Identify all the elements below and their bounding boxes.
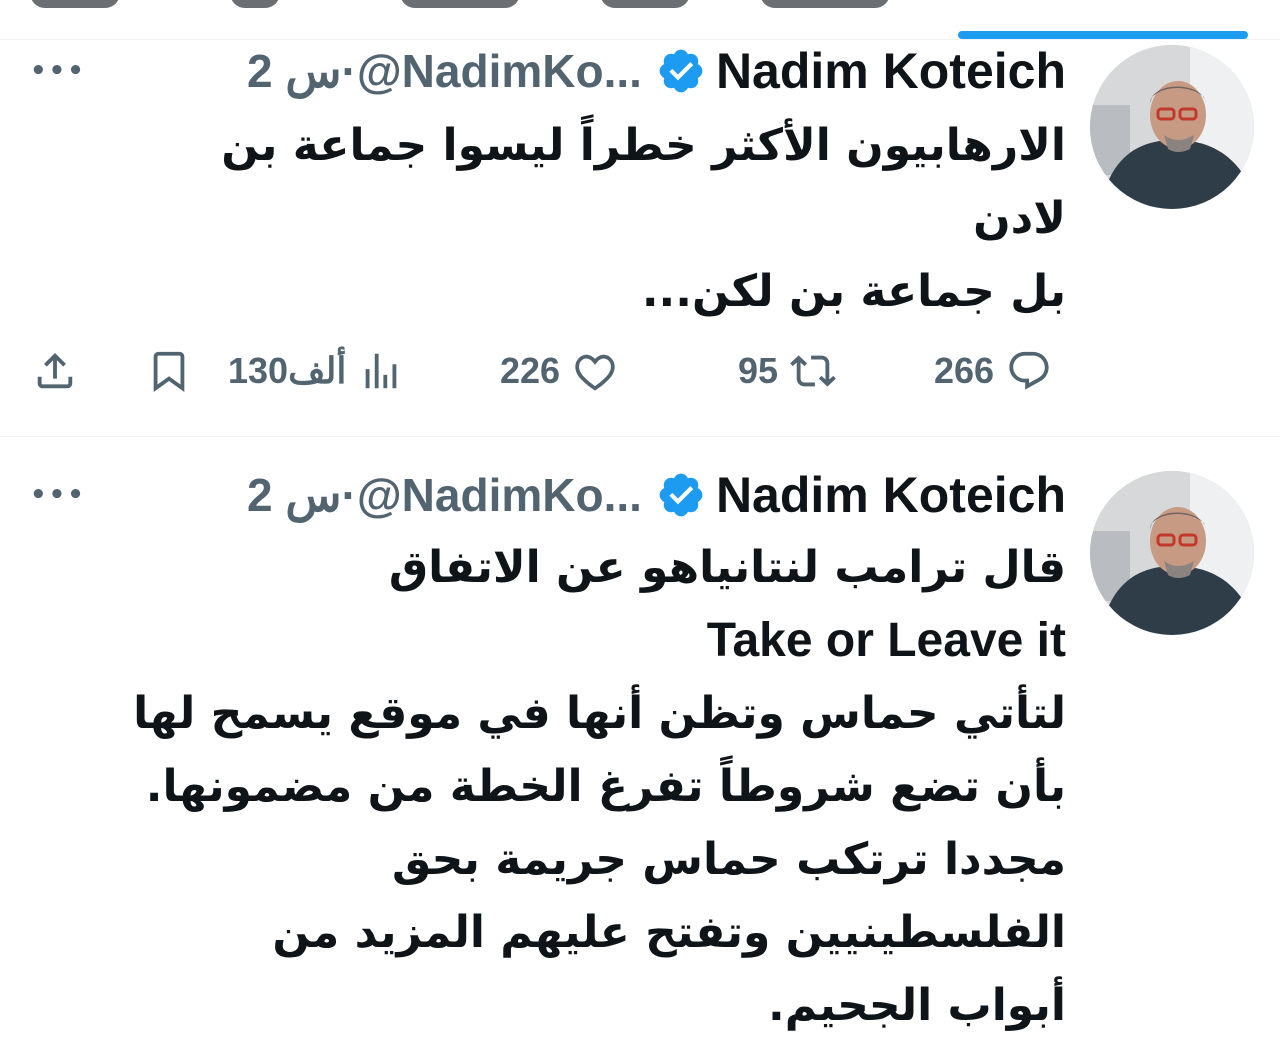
tweet-line: قال ترامب لنتانياهو عن الاتفاق <box>388 542 1066 593</box>
tweet-time[interactable]: 2 س <box>247 44 342 98</box>
meta-separator: · <box>341 45 357 97</box>
bookmark-icon <box>153 351 185 392</box>
tweet-header: ••• 2 س · @NadimKo... Nadim Koteich <box>0 465 1066 525</box>
tweet-line: Take or Leave it <box>706 614 1066 667</box>
tweet-line: بأن تضع شروطاً تفرغ الخطة من مضمونها. <box>145 761 1066 812</box>
tab-ghost <box>600 0 690 8</box>
tweet-card[interactable]: ••• 2 س · @NadimKo... Nadim Koteich الار… <box>0 41 1280 437</box>
tweet-time[interactable]: 2 س <box>247 468 342 522</box>
active-tab-indicator <box>958 31 1248 39</box>
author-handle[interactable]: @NadimKo... <box>357 44 642 98</box>
meta-separator: · <box>341 469 357 521</box>
tab-ghost <box>30 0 120 8</box>
tab-ghost <box>400 0 520 8</box>
tab-ghost <box>230 0 280 8</box>
tweet-text: الارهابيون الأكثر خطراً ليسوا جماعة بن ل… <box>40 109 1066 328</box>
more-options-button[interactable]: ••• <box>30 56 86 86</box>
tweet-line: لتأتي حماس وتظن أنها في موقع يسمح لها <box>133 688 1066 739</box>
tweet-text: قال ترامب لنتانياهو عن الاتفاق Take or L… <box>40 531 1066 1042</box>
bookmark-button[interactable] <box>146 341 192 401</box>
author-name[interactable]: Nadim Koteich <box>716 42 1066 100</box>
retweet-button[interactable]: 95 <box>738 341 836 401</box>
author-handle[interactable]: @NadimKo... <box>357 468 642 522</box>
avatar[interactable] <box>1090 471 1254 635</box>
retweet-count: 95 <box>738 350 779 391</box>
author-name[interactable]: Nadim Koteich <box>716 466 1066 524</box>
like-button[interactable]: 226 <box>500 341 618 401</box>
views-count: 130ألف <box>228 350 347 391</box>
tweet-line: الفلسطينيين وتفتح عليهم المزيد من <box>272 907 1066 958</box>
like-count: 226 <box>500 350 561 391</box>
tweet-line: مجددا ترتكب حماس جريمة بحق <box>391 834 1066 885</box>
share-icon <box>37 352 73 389</box>
tweet-actions: 266 95 226 130ألف <box>0 341 1066 401</box>
reply-button[interactable]: 266 <box>934 341 1052 401</box>
tweet-line: أبواب الجحيم. <box>767 980 1066 1031</box>
verified-badge-icon <box>659 49 703 93</box>
reply-icon <box>1009 351 1049 390</box>
tweet-header: ••• 2 س · @NadimKo... Nadim Koteich <box>0 41 1066 101</box>
tab-ghost <box>760 0 890 8</box>
more-options-button[interactable]: ••• <box>30 480 86 510</box>
views-button[interactable]: 130ألف <box>228 341 404 401</box>
tweet-line: الارهابيون الأكثر خطراً ليسوا جماعة بن <box>221 120 1066 171</box>
retweet-icon <box>790 355 836 387</box>
tab-strip <box>0 0 1280 40</box>
avatar[interactable] <box>1090 45 1254 209</box>
verified-badge-icon <box>659 473 703 517</box>
tweet-line: بل جماعة بن لكن... <box>641 266 1066 317</box>
share-button[interactable] <box>32 341 78 401</box>
heart-icon <box>575 354 615 391</box>
views-icon <box>365 353 397 389</box>
reply-count: 266 <box>934 350 995 391</box>
tweet-card[interactable]: ••• 2 س · @NadimKo... Nadim Koteich قال … <box>0 437 1280 1061</box>
tweet-line: لادن <box>973 193 1066 244</box>
